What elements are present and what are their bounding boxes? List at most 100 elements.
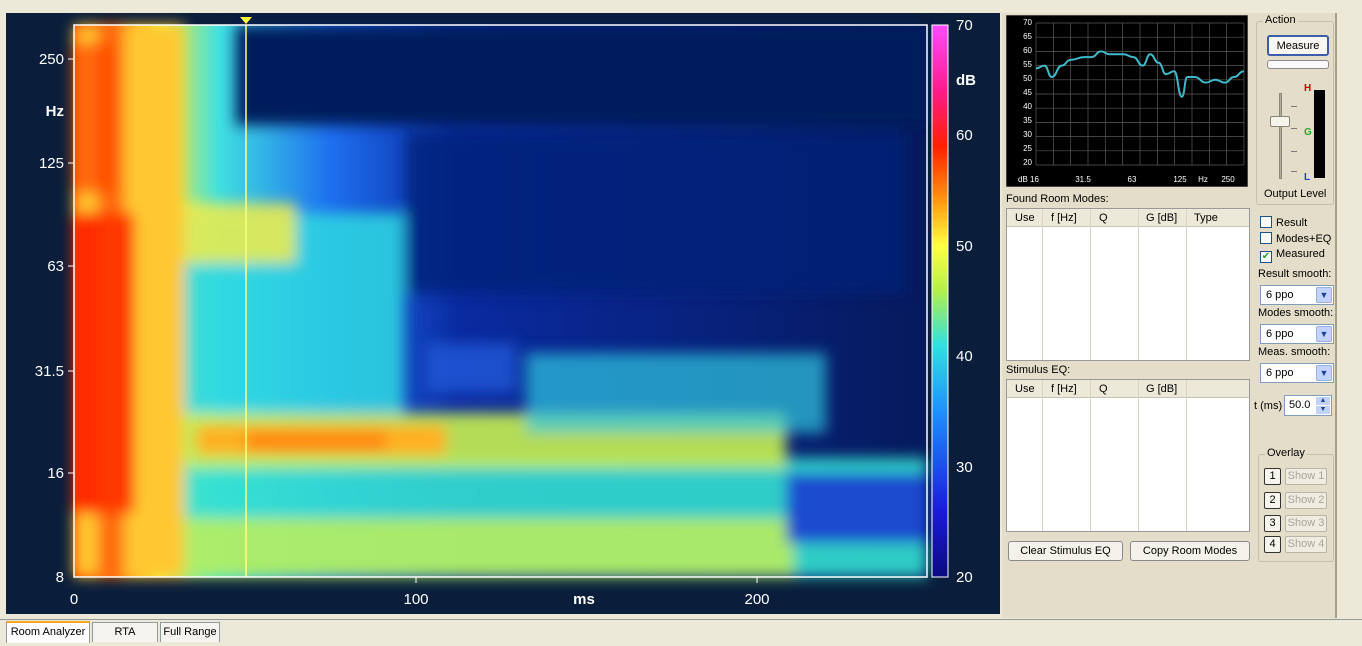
spl-x-tick: Hz [1198, 175, 1208, 184]
x-tick-label: 0 [70, 591, 78, 608]
spl-y-tick: 25 [1023, 144, 1032, 153]
show-3-button[interactable]: Show 3 [1285, 515, 1327, 532]
waterfall-plot-area [73, 17, 928, 578]
column-header: Type [1194, 212, 1218, 224]
column-header: f [Hz] [1051, 212, 1077, 224]
y-tick-label: 63 [47, 258, 64, 275]
spl-graph: 70 65 60 55 50 45 40 35 30 25 20 dB 16 3… [1006, 15, 1248, 187]
y-tick-label: 16 [47, 465, 64, 482]
measured-checkbox[interactable]: ✔ Measured [1260, 248, 1325, 263]
result-smooth-select[interactable]: 6 ppo ▼ [1260, 285, 1334, 305]
show-1-button[interactable]: Show 1 [1285, 468, 1327, 485]
colorbar-tick: 60 [956, 127, 973, 144]
x-axis: 0 100 ms 200 [70, 577, 770, 608]
modes-eq-checkbox[interactable]: Modes+EQ [1260, 232, 1331, 245]
spl-y-ticks: 70 65 60 55 50 45 40 35 30 25 20 [1023, 18, 1032, 167]
time-label: t (ms) [1254, 400, 1283, 412]
waterfall-panel: 250 Hz 125 63 31.5 16 8 0 100 ms 200 70 [6, 13, 1000, 614]
overlay-3-button[interactable]: 3 [1264, 515, 1281, 532]
level-meter [1314, 90, 1325, 178]
y-tick-label: 250 [39, 51, 64, 68]
stepper-up-icon[interactable]: ▲ [1316, 397, 1330, 405]
meas-smooth-select[interactable]: 6 ppo ▼ [1260, 363, 1334, 383]
tab-full-range[interactable]: Full Range [160, 622, 220, 642]
modes-smooth-select[interactable]: 6 ppo ▼ [1260, 324, 1334, 344]
x-axis-title: ms [573, 591, 595, 608]
stepper-down-icon[interactable]: ▼ [1316, 406, 1330, 414]
y-tick-label: 31.5 [35, 363, 64, 380]
control-panel: 70 65 60 55 50 45 40 35 30 25 20 dB 16 3… [1002, 13, 1337, 618]
overlay-2-button[interactable]: 2 [1264, 492, 1281, 509]
overlay-group-title: Overlay [1265, 447, 1307, 459]
spl-y-tick: 65 [1023, 32, 1032, 41]
action-group-title: Action [1263, 14, 1298, 26]
x-tick-label: 200 [744, 591, 769, 608]
column-header: Q [1099, 383, 1108, 395]
waterfall-chart[interactable]: 250 Hz 125 63 31.5 16 8 0 100 ms 200 70 [6, 13, 1000, 614]
spl-y-tick: 40 [1023, 102, 1032, 111]
spl-y-tick: 55 [1023, 60, 1032, 69]
checkbox-label: Result [1276, 217, 1308, 229]
spl-y-tick: 50 [1023, 74, 1032, 83]
colorbar-tick: 50 [956, 238, 973, 255]
chevron-down-icon[interactable]: ▼ [1316, 365, 1332, 381]
tab-rta[interactable]: RTA [92, 622, 158, 642]
show-2-button[interactable]: Show 2 [1285, 492, 1327, 509]
meter-good-label: G [1304, 127, 1312, 138]
time-stepper[interactable]: 50.0 ▲ ▼ [1284, 395, 1332, 416]
spl-y-tick: 60 [1023, 46, 1032, 55]
colorbar-tick: 70 [956, 17, 973, 34]
overlay-1-button[interactable]: 1 [1264, 468, 1281, 485]
column-header: G [dB] [1146, 383, 1178, 395]
measure-progress-bar [1267, 60, 1329, 69]
time-value: 50.0 [1289, 399, 1311, 411]
time-cursor-handle[interactable] [240, 17, 252, 24]
select-value: 6 ppo [1266, 367, 1294, 379]
spl-x-tick: 63 [1128, 175, 1137, 184]
spl-x-tick: 31.5 [1075, 175, 1091, 184]
chevron-down-icon[interactable]: ▼ [1316, 326, 1332, 342]
column-header: f [Hz] [1051, 383, 1077, 395]
y-tick-label: 8 [56, 569, 64, 586]
chevron-down-icon[interactable]: ▼ [1316, 287, 1332, 303]
result-checkbox[interactable]: Result [1260, 216, 1307, 229]
found-modes-table[interactable]: Use f [Hz] Q G [dB] Type [1006, 208, 1250, 361]
spl-y-tick: 45 [1023, 88, 1032, 97]
spl-y-tick: 30 [1023, 130, 1032, 139]
stimulus-eq-table[interactable]: Use f [Hz] Q G [dB] [1006, 379, 1250, 532]
colorbar: 70 dB 60 50 40 30 20 [931, 17, 976, 586]
checkbox-box-checked[interactable]: ✔ [1260, 251, 1272, 263]
stimulus-eq-title: Stimulus EQ: [1006, 364, 1071, 376]
spl-x-tick: 250 [1221, 175, 1235, 184]
result-smooth-label: Result smooth: [1258, 268, 1332, 280]
output-level-slider[interactable] [1270, 116, 1290, 127]
output-level-label: Output Level [1264, 188, 1327, 200]
meter-low-label: L [1304, 172, 1311, 183]
output-level-track [1279, 93, 1282, 179]
spl-x-tick: 125 [1173, 175, 1187, 184]
found-modes-header: Use f [Hz] Q G [dB] Type [1007, 209, 1249, 227]
colorbar-tick: 30 [956, 459, 973, 476]
checkbox-label: Modes+EQ [1276, 233, 1332, 245]
modes-smooth-label: Modes smooth: [1258, 307, 1334, 319]
overlay-4-button[interactable]: 4 [1264, 536, 1281, 553]
spl-y-tick: 35 [1023, 116, 1032, 125]
show-4-button[interactable]: Show 4 [1285, 536, 1327, 553]
copy-room-modes-button[interactable]: Copy Room Modes [1130, 541, 1250, 561]
stimulus-eq-header: Use f [Hz] Q G [dB] [1007, 380, 1249, 398]
meas-smooth-label: Meas. smooth: [1258, 346, 1331, 358]
x-tick-label: 100 [403, 591, 428, 608]
y-axis-title: Hz [46, 103, 64, 120]
y-axis: 250 Hz 125 63 31.5 16 8 [35, 51, 74, 586]
column-header: G [dB] [1146, 212, 1178, 224]
spl-x-tick: dB 16 [1018, 175, 1039, 184]
tab-room-analyzer[interactable]: Room Analyzer [6, 621, 90, 643]
checkbox-box[interactable] [1260, 216, 1272, 228]
select-value: 6 ppo [1266, 328, 1294, 340]
spl-y-tick: 20 [1023, 158, 1032, 167]
measure-button[interactable]: Measure [1267, 35, 1329, 56]
select-value: 6 ppo [1266, 289, 1294, 301]
checkbox-box[interactable] [1260, 232, 1272, 244]
clear-stimulus-eq-button[interactable]: Clear Stimulus EQ [1008, 541, 1123, 561]
checkbox-label: Measured [1276, 248, 1325, 260]
